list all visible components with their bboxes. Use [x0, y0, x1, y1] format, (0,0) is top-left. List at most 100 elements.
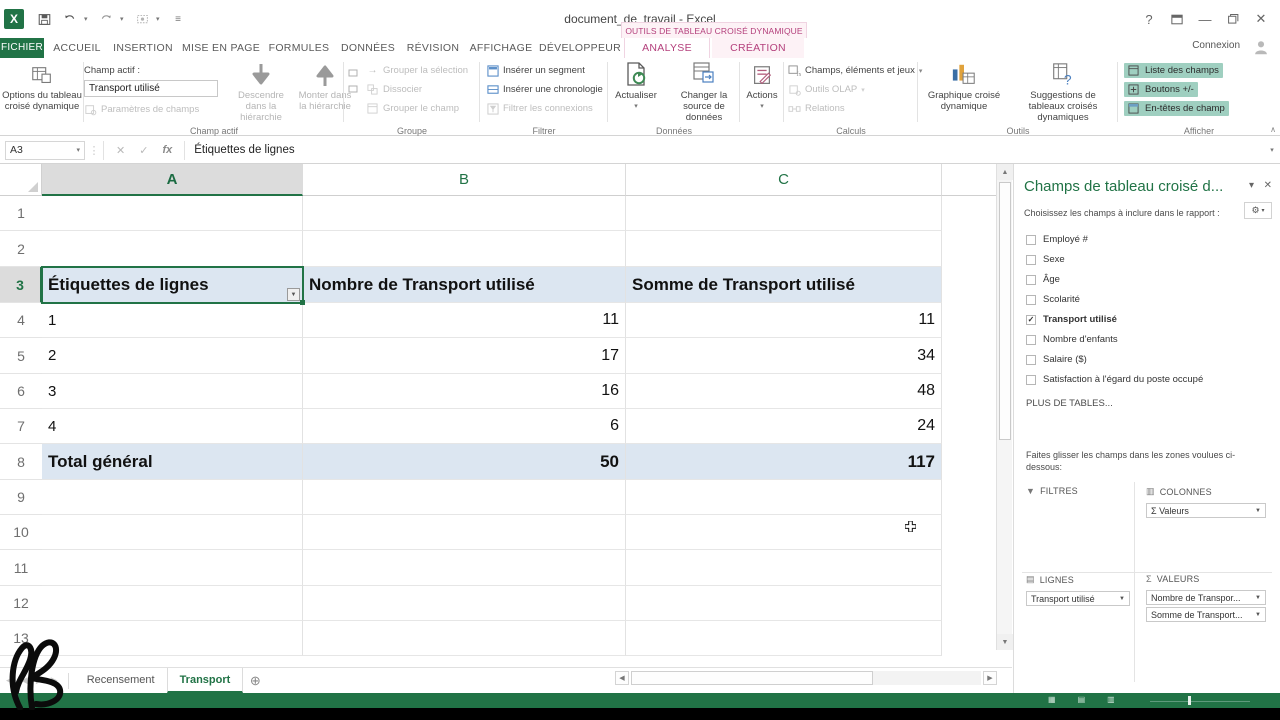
scroll-down-icon[interactable]: ▼: [997, 634, 1013, 650]
row-header-5[interactable]: 5: [0, 338, 42, 374]
parametres-de-champs-button[interactable]: Paramètres de champs: [84, 103, 199, 116]
chip-valeurs[interactable]: Σ Valeurs ▼: [1146, 503, 1266, 518]
formula-input[interactable]: Étiquettes de lignes: [185, 144, 1264, 156]
descendre-hierarchie-button[interactable]: Descendre dans la hiérarchie: [232, 60, 290, 123]
horizontal-scroll-track[interactable]: [631, 671, 981, 685]
tab-formules[interactable]: FORMULES: [264, 38, 334, 58]
en-tetes-de-champ-toggle[interactable]: En-têtes de champ: [1124, 101, 1229, 116]
tab-analyse[interactable]: ANALYSE: [624, 38, 710, 58]
pane-menu-icon[interactable]: ▾: [1249, 180, 1254, 191]
select-all-corner[interactable]: [0, 164, 42, 196]
tab-mise-en-page[interactable]: MISE EN PAGE: [180, 38, 262, 58]
cell-A3[interactable]: Étiquettes de lignes: [42, 267, 303, 303]
champs-elements-jeux-button[interactable]: fx Champs, éléments et jeux ▾: [788, 64, 922, 77]
dissocier-button[interactable]: Dissocier: [366, 83, 422, 96]
cell-B1[interactable]: [303, 196, 626, 231]
chip-nombre-de-transport[interactable]: Nombre de Transpor... ▼: [1146, 590, 1266, 605]
cell-B8[interactable]: 50: [303, 444, 626, 480]
connexion-link[interactable]: Connexion: [1192, 40, 1240, 51]
field-scolarite[interactable]: Scolarité: [1026, 294, 1080, 305]
tab-developpeur[interactable]: DÉVELOPPEUR: [538, 38, 622, 58]
cell-C1[interactable]: [626, 196, 942, 231]
cell-B10[interactable]: [303, 515, 626, 550]
cell-C3[interactable]: Somme de Transport utilisé: [626, 267, 942, 303]
cell-B7[interactable]: 6: [303, 409, 626, 444]
cell-B3[interactable]: Nombre de Transport utilisé: [303, 267, 626, 303]
field-employe[interactable]: Employé #: [1026, 234, 1088, 245]
chip-caret-icon[interactable]: ▼: [1255, 595, 1261, 601]
cell-B2[interactable]: [303, 231, 626, 267]
zone-filtres[interactable]: ▼ FILTRES: [1026, 486, 1130, 496]
cell-A7[interactable]: 4: [42, 409, 303, 444]
field-age[interactable]: Âge: [1026, 274, 1060, 285]
pivot-options-button[interactable]: Options du tableau croisé dynamique: [0, 60, 84, 112]
cell-B6[interactable]: 16: [303, 374, 626, 409]
row-header-6[interactable]: 6: [0, 374, 42, 409]
chip-transport-utilise[interactable]: Transport utilisé ▼: [1026, 591, 1130, 606]
tab-revision[interactable]: RÉVISION: [402, 38, 464, 58]
boutons-plus-moins-toggle[interactable]: Boutons +/-: [1124, 82, 1198, 97]
cell-A2[interactable]: [42, 231, 303, 267]
tab-donnees[interactable]: DONNÉES: [336, 38, 400, 58]
cell-C10[interactable]: [626, 515, 942, 550]
zoom-slider-thumb[interactable]: [1188, 696, 1191, 705]
actions-caret-icon[interactable]: ▾: [760, 101, 764, 112]
cell-A9[interactable]: [42, 480, 303, 515]
cell-C7[interactable]: 24: [626, 409, 942, 444]
undo-caret-icon[interactable]: ▾: [84, 15, 92, 23]
actions-button[interactable]: Actions ▾: [740, 60, 784, 112]
actualiser-caret-icon[interactable]: ▾: [634, 101, 638, 112]
tab-affichage[interactable]: AFFICHAGE: [466, 38, 536, 58]
field-checkbox[interactable]: ✓: [1026, 314, 1036, 325]
scroll-right-icon[interactable]: ▶: [983, 671, 997, 685]
scroll-left-icon[interactable]: ◀: [615, 671, 629, 685]
field-checkbox[interactable]: [1026, 274, 1036, 285]
cell-B4[interactable]: 11: [303, 303, 626, 338]
field-satisfaction[interactable]: Satisfaction à l'égard du poste occupé: [1026, 374, 1203, 385]
champ-actif-input[interactable]: Transport utilisé: [84, 80, 218, 97]
help-icon[interactable]: ?: [1136, 7, 1162, 31]
cell-C2[interactable]: [626, 231, 942, 267]
liste-des-champs-toggle[interactable]: Liste des champs: [1124, 63, 1223, 78]
chip-somme-de-transport[interactable]: Somme de Transport... ▼: [1146, 607, 1266, 622]
collapse-ribbon-icon[interactable]: ∧: [1270, 125, 1276, 134]
row-header-10[interactable]: 10: [0, 515, 42, 550]
horizontal-scroll-thumb[interactable]: [631, 671, 873, 685]
pane-close-icon[interactable]: ✕: [1264, 180, 1272, 191]
cell-C4[interactable]: 11: [626, 303, 942, 338]
sheet-tab-transport[interactable]: Transport: [166, 668, 244, 693]
chip-caret-icon[interactable]: ▼: [1119, 596, 1125, 602]
redo-icon[interactable]: [94, 7, 118, 31]
olap-caret-icon[interactable]: ▾: [861, 86, 865, 94]
field-checkbox[interactable]: [1026, 234, 1036, 245]
suggestions-tcd-button[interactable]: ? Suggestions de tableaux croisés dynami…: [1012, 60, 1114, 123]
sheet-tab-recensement[interactable]: Recensement: [75, 668, 167, 693]
horizontal-scrollbar[interactable]: ◀ ▶: [615, 669, 997, 689]
zone-lignes[interactable]: ▤ LIGNES Transport utilisé ▼: [1026, 574, 1130, 606]
cell-B5[interactable]: 17: [303, 338, 626, 374]
cancel-icon[interactable]: ✕: [116, 144, 125, 157]
column-header-A[interactable]: A: [42, 164, 303, 196]
field-salaire[interactable]: Salaire ($): [1026, 354, 1087, 365]
cell-C11[interactable]: [626, 550, 942, 586]
field-checkbox[interactable]: [1026, 354, 1036, 365]
cell-A10[interactable]: [42, 515, 303, 550]
page-layout-view-icon[interactable]: ▤: [1078, 695, 1086, 704]
plus-de-tables-link[interactable]: PLUS DE TABLES...: [1026, 398, 1113, 409]
zone-colonnes[interactable]: ▥ COLONNES Σ Valeurs ▼: [1146, 486, 1266, 518]
row-header-4[interactable]: 4: [0, 303, 42, 338]
chip-caret-icon[interactable]: ▼: [1255, 508, 1261, 514]
row-header-11[interactable]: 11: [0, 550, 42, 586]
chip-caret-icon[interactable]: ▼: [1255, 612, 1261, 618]
field-sexe[interactable]: Sexe: [1026, 254, 1065, 265]
row-labels-filter-button[interactable]: ▼: [287, 288, 300, 301]
cell-C5[interactable]: 34: [626, 338, 942, 374]
row-header-1[interactable]: 1: [0, 196, 42, 231]
inserer-segment-button[interactable]: Insérer un segment: [486, 64, 585, 77]
cell-B13[interactable]: [303, 621, 626, 656]
cell-A13[interactable]: [42, 621, 303, 656]
field-nombre-enfants[interactable]: Nombre d'enfants: [1026, 334, 1118, 345]
page-break-view-icon[interactable]: ▥: [1107, 695, 1115, 704]
row-header-2[interactable]: 2: [0, 231, 42, 267]
accept-icon[interactable]: ✓: [139, 144, 148, 157]
